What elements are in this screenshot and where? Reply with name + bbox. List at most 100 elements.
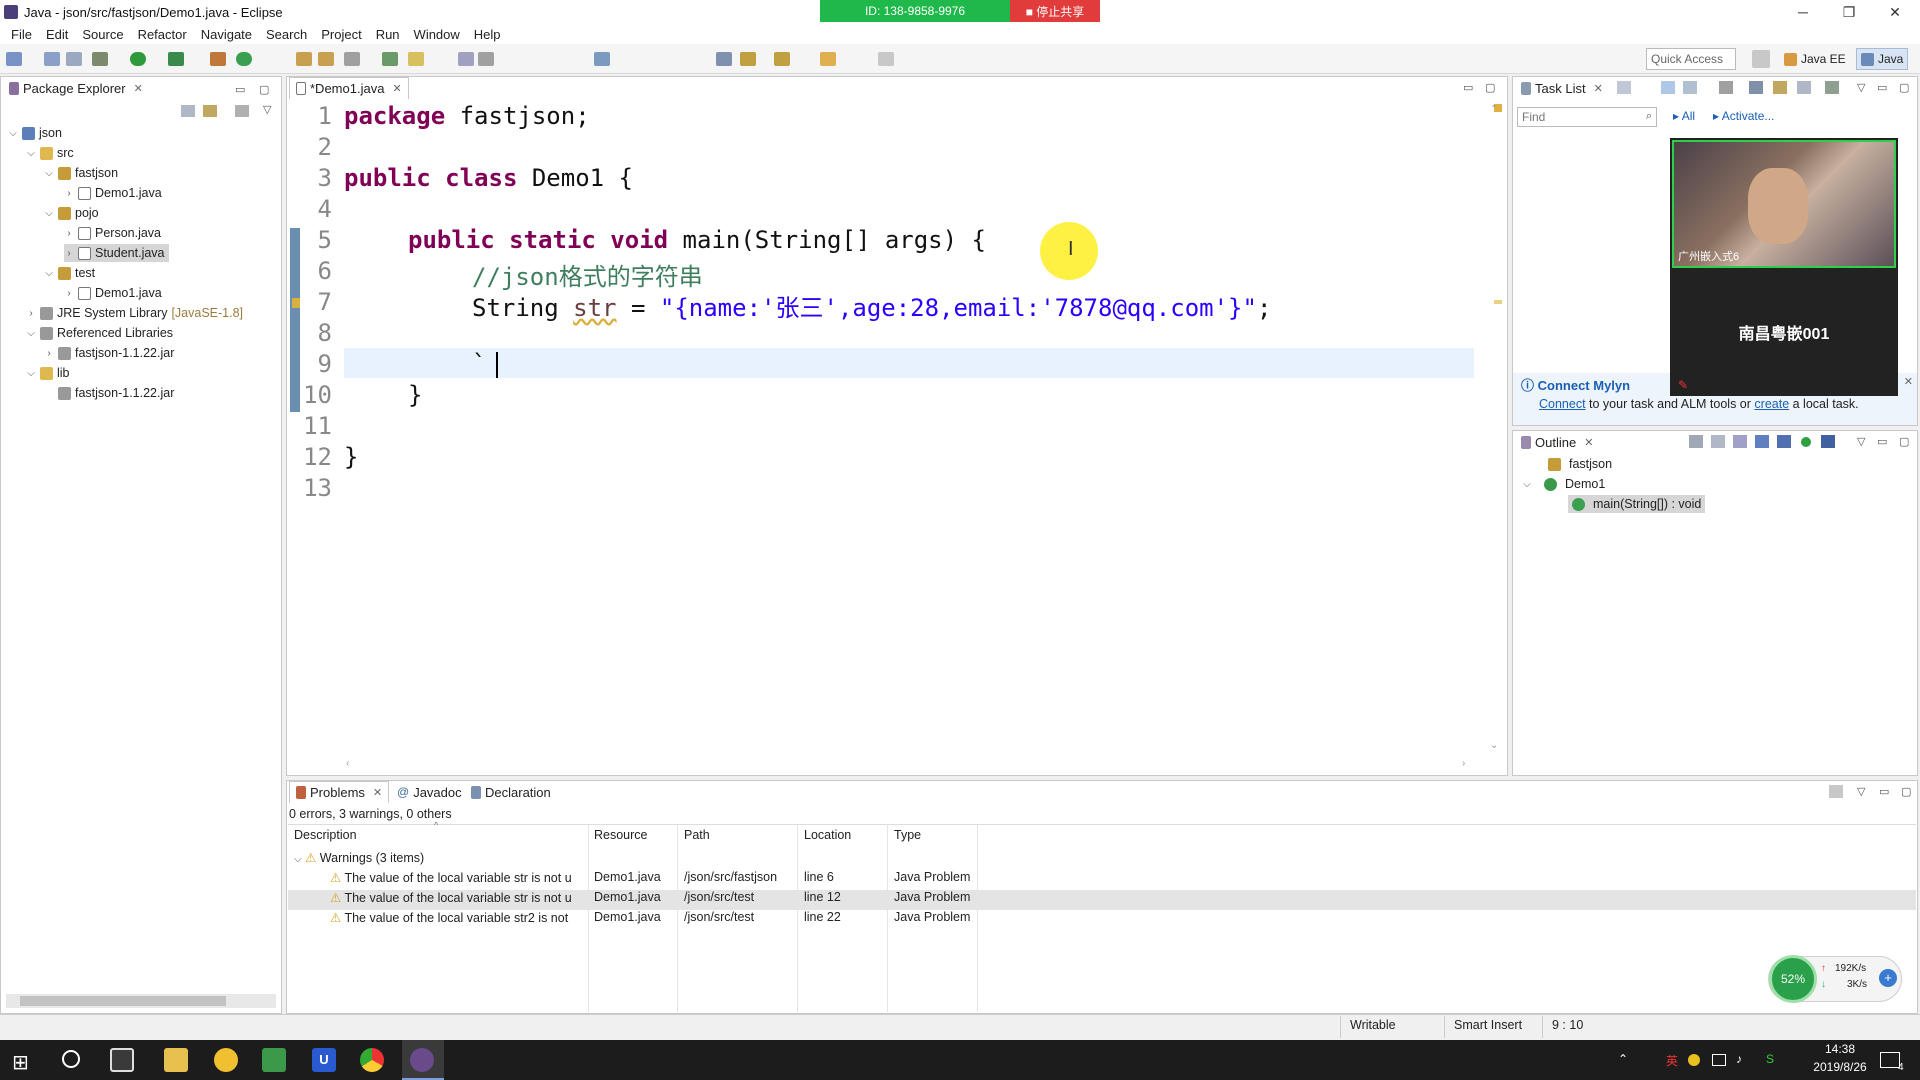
- view-menu-icon[interactable]: ▽: [1857, 435, 1865, 448]
- tree-item-fastjson[interactable]: ⌵ fastjson: [44, 164, 118, 182]
- save-all-icon[interactable]: [66, 52, 82, 66]
- new-package-icon[interactable]: [210, 52, 226, 66]
- chevron-right-icon[interactable]: ›: [26, 308, 36, 319]
- prev-annotation-icon[interactable]: [740, 52, 756, 66]
- ime-indicator[interactable]: 英: [1666, 1052, 1678, 1069]
- maximize-view-icon[interactable]: ▢: [1485, 81, 1495, 94]
- open-perspective-icon[interactable]: [1752, 50, 1770, 68]
- link-icon[interactable]: [1825, 81, 1839, 94]
- pin-icon[interactable]: [594, 52, 610, 66]
- column-header-type[interactable]: Type: [894, 828, 921, 842]
- debug-icon[interactable]: [92, 52, 108, 66]
- menu-run[interactable]: Run: [376, 27, 400, 42]
- chevron-down-icon[interactable]: ⌵: [44, 208, 54, 219]
- menu-search[interactable]: Search: [266, 27, 307, 42]
- hide-nonpublic-icon[interactable]: [1801, 437, 1811, 447]
- menu-project[interactable]: Project: [321, 27, 361, 42]
- filter-icon[interactable]: [235, 105, 249, 117]
- chevron-down-icon[interactable]: ⌵: [26, 328, 36, 339]
- collapse-all-icon[interactable]: [181, 105, 195, 117]
- chevron-down-icon[interactable]: ⌵: [1522, 479, 1532, 490]
- minimize-view-icon[interactable]: ▭: [1879, 785, 1889, 798]
- forward-icon[interactable]: [878, 52, 894, 66]
- minimize-view-icon[interactable]: ▭: [1463, 81, 1473, 94]
- network-icon[interactable]: [1712, 1054, 1726, 1066]
- volume-icon[interactable]: ♪: [1736, 1052, 1742, 1066]
- tab-demo1-java[interactable]: *Demo1.java ✕: [289, 77, 409, 99]
- menu-source[interactable]: Source: [82, 27, 123, 42]
- clock-time[interactable]: 14:38: [1808, 1042, 1872, 1056]
- horizontal-scrollbar[interactable]: [6, 994, 276, 1008]
- next-annotation-icon[interactable]: [716, 52, 732, 66]
- app-icon[interactable]: [214, 1048, 238, 1072]
- close-icon[interactable]: ✕: [134, 82, 143, 95]
- close-icon[interactable]: ✕: [1904, 375, 1913, 388]
- mylyn-connect-link[interactable]: Connect: [1539, 397, 1586, 411]
- tree-item-test-demo1[interactable]: › Demo1.java: [64, 284, 161, 302]
- minimize-view-icon[interactable]: ▭: [1877, 81, 1887, 94]
- tree-item-jre[interactable]: › JRE System Library [JavaSE-1.8]: [26, 304, 243, 322]
- table-row[interactable]: ⚠ The value of the local variable str is…: [330, 870, 572, 888]
- add-icon[interactable]: +: [1879, 969, 1897, 987]
- u-app-icon[interactable]: U: [312, 1048, 336, 1072]
- open-type-icon[interactable]: [296, 52, 312, 66]
- chevron-right-icon[interactable]: ›: [64, 248, 74, 259]
- column-header-description[interactable]: Description: [294, 828, 357, 842]
- chevron-right-icon[interactable]: ›: [64, 188, 74, 199]
- chevron-down-icon[interactable]: ⌵: [26, 148, 36, 159]
- search-icon[interactable]: ⌕: [1646, 110, 1652, 123]
- code-line-6[interactable]: //json格式的字符串: [472, 257, 703, 292]
- tree-item-fastjson-jar[interactable]: › fastjson-1.1.22.jar: [44, 344, 174, 362]
- task-activate-link[interactable]: ▸ Activate...: [1713, 109, 1774, 123]
- scroll-up-icon[interactable]: ⌃: [1490, 104, 1498, 115]
- maximize-view-icon[interactable]: ▢: [259, 83, 269, 96]
- outline-item-main[interactable]: main(String[]) : void: [1568, 495, 1706, 513]
- tree-item-person[interactable]: › Person.java: [64, 224, 161, 242]
- chevron-down-icon[interactable]: ⌵: [26, 368, 36, 379]
- maximize-view-icon[interactable]: ▢: [1899, 435, 1909, 448]
- warnings-group[interactable]: ⌵ ⚠ Warnings (3 items): [294, 850, 424, 868]
- close-icon[interactable]: ✕: [1584, 436, 1593, 449]
- scroll-left-icon[interactable]: ‹: [346, 758, 349, 769]
- back-icon[interactable]: [820, 52, 836, 66]
- new-icon[interactable]: [6, 52, 22, 66]
- scheduled-icon[interactable]: [1683, 81, 1697, 94]
- search-icon[interactable]: [344, 52, 360, 66]
- minimize-view-icon[interactable]: ▭: [235, 83, 245, 96]
- column-header-path[interactable]: Path: [684, 828, 710, 842]
- close-button[interactable]: ✕: [1872, 0, 1918, 24]
- view-menu-icon[interactable]: ▽: [1857, 81, 1865, 94]
- code-line-3[interactable]: public class Demo1 {: [344, 164, 633, 192]
- tree-item-test[interactable]: ⌵ test: [44, 264, 95, 282]
- close-icon[interactable]: ✕: [373, 786, 382, 799]
- close-icon[interactable]: ✕: [1594, 82, 1603, 95]
- outline-item-package[interactable]: fastjson: [1544, 455, 1612, 473]
- search-icon[interactable]: [62, 1050, 80, 1068]
- maximize-view-icon[interactable]: ▢: [1899, 81, 1909, 94]
- notepad-icon[interactable]: [262, 1048, 286, 1072]
- column-header-location[interactable]: Location: [804, 828, 851, 842]
- minimize-button[interactable]: ─: [1780, 0, 1826, 24]
- code-line-1[interactable]: package fastjson;: [344, 102, 590, 130]
- task-find-input[interactable]: Find ⌕: [1517, 107, 1657, 127]
- maximize-view-icon[interactable]: ▢: [1901, 785, 1911, 798]
- sort-icon[interactable]: [1733, 435, 1747, 448]
- windows-start-icon[interactable]: ⊞: [12, 1050, 29, 1075]
- tab-problems[interactable]: Problems ✕: [289, 781, 390, 803]
- show-whitespace-icon[interactable]: [478, 52, 494, 66]
- toggle-mark-icon[interactable]: [382, 52, 398, 66]
- code-line-12[interactable]: }: [344, 443, 358, 471]
- tree-item-lib[interactable]: ⌵ lib: [26, 364, 69, 382]
- notification-icon[interactable]: [1880, 1052, 1900, 1068]
- hide-local-types-icon[interactable]: [1821, 435, 1835, 448]
- menu-window[interactable]: Window: [414, 27, 460, 42]
- chevron-right-icon[interactable]: ›: [64, 288, 74, 299]
- run-icon[interactable]: [130, 52, 146, 66]
- collapse-all-icon[interactable]: [1711, 435, 1725, 448]
- chevron-down-icon[interactable]: ⌵: [44, 168, 54, 179]
- hide-completed-icon[interactable]: [1749, 81, 1763, 94]
- menu-refactor[interactable]: Refactor: [138, 27, 187, 42]
- perspective-javaee[interactable]: Java EE: [1780, 48, 1850, 70]
- tree-item-demo1[interactable]: › Demo1.java: [64, 184, 161, 202]
- tree-item-pojo[interactable]: ⌵ pojo: [44, 204, 98, 222]
